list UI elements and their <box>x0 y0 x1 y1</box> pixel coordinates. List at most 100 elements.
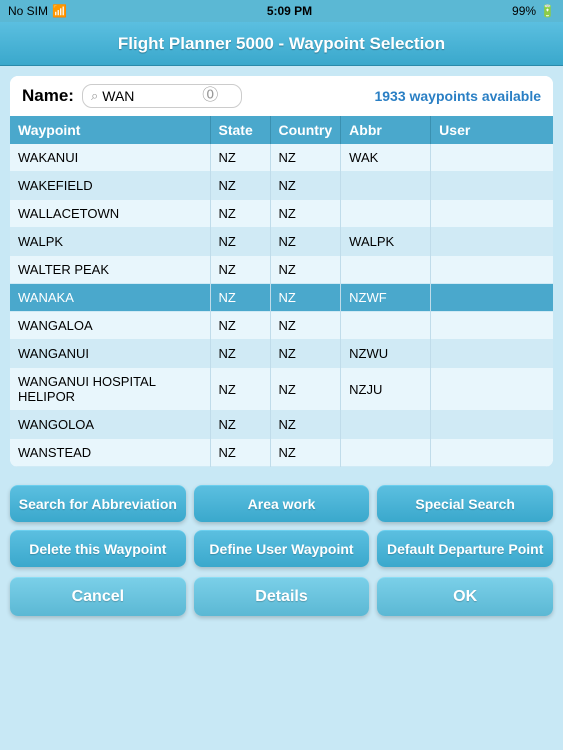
cell-state: NZ <box>210 312 270 340</box>
waypoint-table: Waypoint State Country Abbr User WAKANUI… <box>10 116 553 467</box>
cell-user <box>431 312 553 340</box>
status-left: No SIM 📶 <box>8 4 67 18</box>
clear-search-icon[interactable]: ⓪ <box>202 88 218 104</box>
cancel-button[interactable]: Cancel <box>10 577 186 616</box>
name-label: Name: <box>22 86 74 106</box>
cell-waypoint: WAKANUI <box>10 144 210 172</box>
table-row[interactable]: WANAKANZNZNZWF <box>10 284 553 312</box>
button-row-2: Delete this Waypoint Define User Waypoin… <box>10 530 553 567</box>
search-row: Name: ⌕ ⓪ 1933 waypoints available <box>10 76 553 116</box>
table-row[interactable]: WANGANUI HOSPITAL HELIPORNZNZNZJU <box>10 368 553 411</box>
cell-abbr: WAK <box>341 144 431 172</box>
cell-abbr <box>341 312 431 340</box>
status-time: 5:09 PM <box>267 4 312 18</box>
cell-state: NZ <box>210 144 270 172</box>
app-title: Flight Planner 5000 - Waypoint Selection <box>118 34 445 54</box>
cell-country: NZ <box>270 172 341 200</box>
special-search-button[interactable]: Special Search <box>377 485 553 522</box>
cell-country: NZ <box>270 228 341 256</box>
table-row[interactable]: WANGOLOANZNZ <box>10 411 553 439</box>
cell-abbr <box>341 172 431 200</box>
define-user-waypoint-button[interactable]: Define User Waypoint <box>194 530 370 567</box>
col-header-user: User <box>431 116 553 144</box>
cell-user <box>431 200 553 228</box>
cell-state: NZ <box>210 172 270 200</box>
search-box[interactable]: ⌕ ⓪ <box>82 84 242 108</box>
cell-abbr <box>341 200 431 228</box>
cell-waypoint: WANAKA <box>10 284 210 312</box>
cell-country: NZ <box>270 284 341 312</box>
ok-button[interactable]: OK <box>377 577 553 616</box>
cell-state: NZ <box>210 284 270 312</box>
cell-country: NZ <box>270 368 341 411</box>
cell-user <box>431 411 553 439</box>
cell-state: NZ <box>210 228 270 256</box>
cell-country: NZ <box>270 340 341 368</box>
cell-waypoint: WANGOLOA <box>10 411 210 439</box>
col-header-state: State <box>210 116 270 144</box>
cell-user <box>431 144 553 172</box>
cell-state: NZ <box>210 411 270 439</box>
search-abbreviation-button[interactable]: Search for Abbreviation <box>10 485 186 522</box>
details-button[interactable]: Details <box>194 577 370 616</box>
carrier-label: No SIM <box>8 4 48 18</box>
cell-waypoint: WANGANUI HOSPITAL HELIPOR <box>10 368 210 411</box>
cell-user <box>431 368 553 411</box>
button-row-1: Search for Abbreviation Area work Specia… <box>10 485 553 522</box>
cell-waypoint: WAKEFIELD <box>10 172 210 200</box>
cell-state: NZ <box>210 340 270 368</box>
battery-label: 99% <box>512 4 536 18</box>
cell-abbr <box>341 411 431 439</box>
search-icon: ⌕ <box>91 88 98 104</box>
cell-country: NZ <box>270 144 341 172</box>
default-departure-button[interactable]: Default Departure Point <box>377 530 553 567</box>
col-header-waypoint: Waypoint <box>10 116 210 144</box>
buttons-area: Search for Abbreviation Area work Specia… <box>0 477 563 571</box>
cell-country: NZ <box>270 256 341 284</box>
main-content: Name: ⌕ ⓪ 1933 waypoints available Waypo… <box>10 76 553 467</box>
waypoints-count: 1933 waypoints available <box>374 88 541 104</box>
table-row[interactable]: WANSTEADNZNZ <box>10 439 553 467</box>
cell-abbr: NZJU <box>341 368 431 411</box>
cell-user <box>431 172 553 200</box>
cell-abbr <box>341 256 431 284</box>
area-work-button[interactable]: Area work <box>194 485 370 522</box>
cell-waypoint: WANGANUI <box>10 340 210 368</box>
status-right: 99% 🔋 <box>512 4 555 18</box>
title-bar: Flight Planner 5000 - Waypoint Selection <box>0 22 563 66</box>
cell-state: NZ <box>210 200 270 228</box>
delete-waypoint-button[interactable]: Delete this Waypoint <box>10 530 186 567</box>
cell-abbr: NZWU <box>341 340 431 368</box>
table-row[interactable]: WAKANUINZNZWAK <box>10 144 553 172</box>
cell-waypoint: WANGALOA <box>10 312 210 340</box>
cell-country: NZ <box>270 439 341 467</box>
col-header-country: Country <box>270 116 341 144</box>
cell-user <box>431 228 553 256</box>
table-row[interactable]: WAKEFIELDNZNZ <box>10 172 553 200</box>
wifi-icon: 📶 <box>52 4 67 18</box>
cell-waypoint: WALLACETOWN <box>10 200 210 228</box>
cell-user <box>431 439 553 467</box>
table-header-row: Waypoint State Country Abbr User <box>10 116 553 144</box>
cell-abbr: NZWF <box>341 284 431 312</box>
cell-country: NZ <box>270 411 341 439</box>
table-row[interactable]: WALLACETOWNNZNZ <box>10 200 553 228</box>
cell-state: NZ <box>210 256 270 284</box>
bottom-bar: Cancel Details OK <box>0 571 563 624</box>
cell-user <box>431 284 553 312</box>
cell-country: NZ <box>270 200 341 228</box>
cell-state: NZ <box>210 368 270 411</box>
cell-user <box>431 340 553 368</box>
cell-waypoint: WALPK <box>10 228 210 256</box>
cell-country: NZ <box>270 312 341 340</box>
table-row[interactable]: WALTER PEAKNZNZ <box>10 256 553 284</box>
waypoint-table-container: Waypoint State Country Abbr User WAKANUI… <box>10 116 553 467</box>
search-input[interactable] <box>102 88 202 104</box>
cell-user <box>431 256 553 284</box>
cell-abbr: WALPK <box>341 228 431 256</box>
table-row[interactable]: WANGANUINZNZNZWU <box>10 340 553 368</box>
table-row[interactable]: WALPKNZNZWALPK <box>10 228 553 256</box>
table-body: WAKANUINZNZWAKWAKEFIELDNZNZWALLACETOWNNZ… <box>10 144 553 467</box>
table-row[interactable]: WANGALOANZNZ <box>10 312 553 340</box>
cell-waypoint: WALTER PEAK <box>10 256 210 284</box>
